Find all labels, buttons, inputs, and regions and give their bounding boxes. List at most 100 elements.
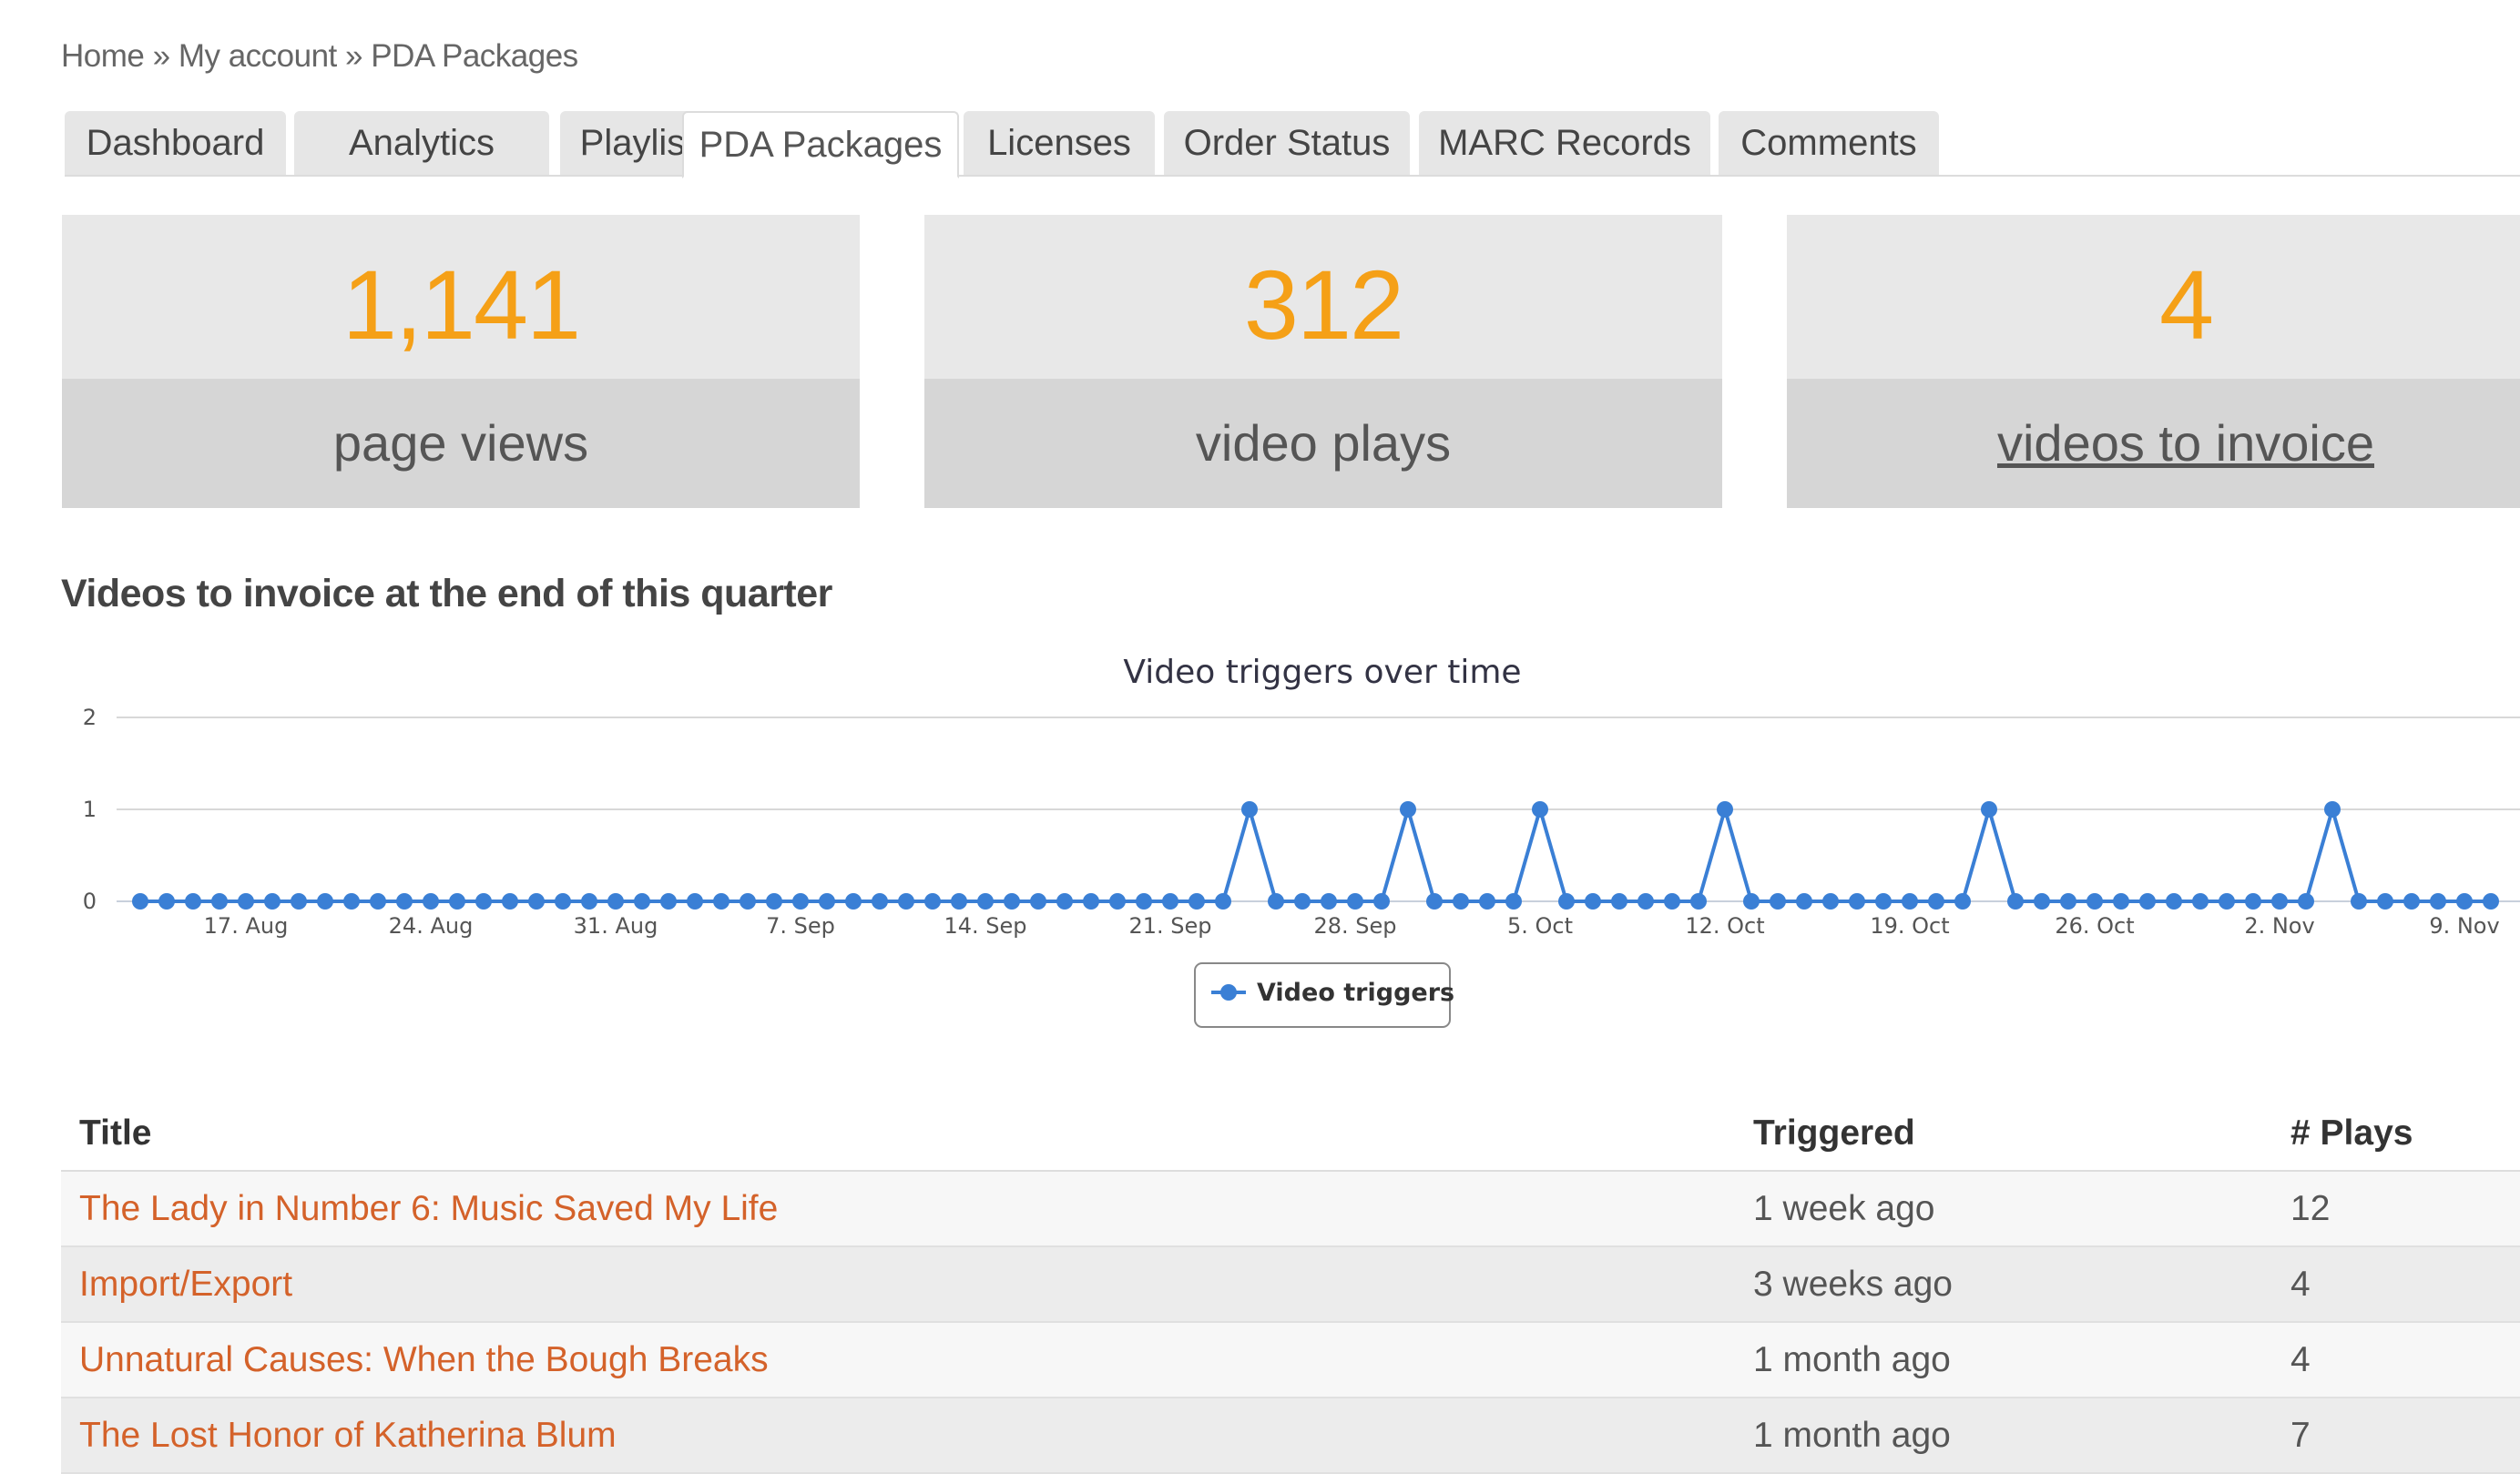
table-header-row: Title Triggered # Plays <box>61 1097 2520 1172</box>
data-point <box>1426 893 1443 910</box>
data-point <box>2377 893 2393 910</box>
data-point <box>264 893 281 910</box>
data-point <box>1215 893 1231 910</box>
data-point <box>2245 893 2261 910</box>
tab-order-status[interactable]: Order Status <box>1164 111 1410 175</box>
series-line <box>140 808 2491 903</box>
triggered-cell: 1 month ago <box>1735 1398 2272 1474</box>
table-row: Unnatural Causes: When the Bough Breaks … <box>61 1322 2520 1398</box>
breadcrumb-home-link[interactable]: Home <box>61 38 145 74</box>
chart-grid <box>117 717 2520 902</box>
data-point <box>634 893 650 910</box>
column-header-title[interactable]: Title <box>61 1097 1735 1172</box>
data-point <box>1083 893 1099 910</box>
x-tick-label: 19. Oct <box>1870 913 1949 939</box>
data-point <box>1902 893 1918 910</box>
data-point <box>1136 893 1152 910</box>
stat-videos-to-invoice: 4 videos to invoice <box>1787 215 2520 508</box>
data-point <box>1928 893 1944 910</box>
data-point <box>1664 893 1680 910</box>
data-point <box>1030 893 1046 910</box>
data-point <box>1268 893 1284 910</box>
data-point <box>2192 893 2209 910</box>
plays-cell: 7 <box>2272 1398 2520 1474</box>
chart-legend[interactable]: Video triggers <box>1194 962 1454 1028</box>
data-point <box>449 893 465 910</box>
data-point <box>951 893 967 910</box>
data-point <box>370 893 386 910</box>
breadcrumb-separator: » <box>152 38 170 74</box>
plays-cell: 4 <box>2272 1322 2520 1398</box>
data-point <box>1479 893 1495 910</box>
x-tick-label: 5. Oct <box>1507 913 1573 939</box>
data-point <box>1770 893 1786 910</box>
tab-licenses[interactable]: Licenses <box>964 111 1155 175</box>
data-point <box>1849 893 1865 910</box>
tab-analytics[interactable]: Analytics <box>294 111 549 175</box>
video-title-link[interactable]: Unnatural Causes: When the Bough Breaks <box>79 1340 769 1379</box>
table-row: Import/Export 3 weeks ago 4 <box>61 1246 2520 1323</box>
table-row: The Lady in Number 6: Music Saved My Lif… <box>61 1171 2520 1247</box>
x-tick-label: 17. Aug <box>204 913 289 939</box>
stat-label: video plays <box>924 379 1722 508</box>
plays-cell: 12 <box>2272 1171 2520 1247</box>
video-title-link[interactable]: The Lady in Number 6: Music Saved My Lif… <box>79 1189 778 1228</box>
data-point <box>607 893 624 910</box>
column-header-plays[interactable]: # Plays <box>2272 1097 2520 1172</box>
data-point <box>238 893 254 910</box>
tab-dashboard[interactable]: Dashboard <box>65 111 286 175</box>
data-point <box>1532 801 1548 818</box>
data-point <box>528 893 545 910</box>
data-point <box>1294 893 1311 910</box>
x-tick-label: 14. Sep <box>944 913 1026 939</box>
data-point <box>502 893 518 910</box>
data-point <box>1717 801 1733 818</box>
data-point <box>1109 893 1126 910</box>
data-point <box>1373 893 1390 910</box>
stat-value: 1,141 <box>342 249 581 360</box>
data-point <box>1743 893 1760 910</box>
data-point <box>1875 893 1892 910</box>
data-point <box>2403 893 2420 910</box>
video-title-link[interactable]: The Lost Honor of Katherina Blum <box>79 1416 617 1455</box>
data-point <box>581 893 597 910</box>
tab-comments[interactable]: Comments <box>1719 111 1939 175</box>
data-point <box>819 893 835 910</box>
tab-marc-records[interactable]: MARC Records <box>1419 111 1710 175</box>
x-tick-label: 2. Nov <box>2244 913 2314 939</box>
data-point <box>1981 801 1997 818</box>
section-title: Videos to invoice at the end of this qua… <box>61 572 832 615</box>
breadcrumb-current: PDA Packages <box>371 38 578 74</box>
data-point <box>660 893 677 910</box>
breadcrumb-separator: » <box>345 38 362 74</box>
data-point <box>1954 893 1971 910</box>
tab-pda-packages[interactable]: PDA Packages <box>682 111 959 178</box>
data-point <box>1056 893 1073 910</box>
stat-value: 4 <box>2158 249 2214 360</box>
data-point <box>898 893 914 910</box>
data-point <box>1400 801 1416 818</box>
x-tick-label: 21. Sep <box>1128 913 1211 939</box>
data-point <box>2271 893 2288 910</box>
breadcrumb-my-account-link[interactable]: My account <box>179 38 337 74</box>
data-point <box>2351 893 2367 910</box>
column-header-triggered[interactable]: Triggered <box>1735 1097 2272 1172</box>
video-title-link[interactable]: Import/Export <box>79 1265 292 1304</box>
data-point <box>291 893 307 910</box>
data-point <box>2456 893 2473 910</box>
data-point <box>1822 893 1839 910</box>
videos-to-invoice-link[interactable]: videos to invoice <box>1787 379 2520 508</box>
data-point <box>2324 801 2341 818</box>
stat-page-views: 1,141 page views <box>62 215 860 508</box>
data-point <box>2298 893 2314 910</box>
data-point <box>845 893 862 910</box>
stat-video-plays: 312 video plays <box>924 215 1722 508</box>
data-point <box>1321 893 1337 910</box>
account-tabs: Dashboard Analytics Playlists PDA Packag… <box>65 111 2520 178</box>
table-row: The Lost Honor of Katherina Blum 1 month… <box>61 1398 2520 1474</box>
data-point <box>740 893 756 910</box>
data-point <box>2113 893 2129 910</box>
data-point <box>396 893 413 910</box>
data-point <box>1585 893 1601 910</box>
data-point <box>2430 893 2446 910</box>
